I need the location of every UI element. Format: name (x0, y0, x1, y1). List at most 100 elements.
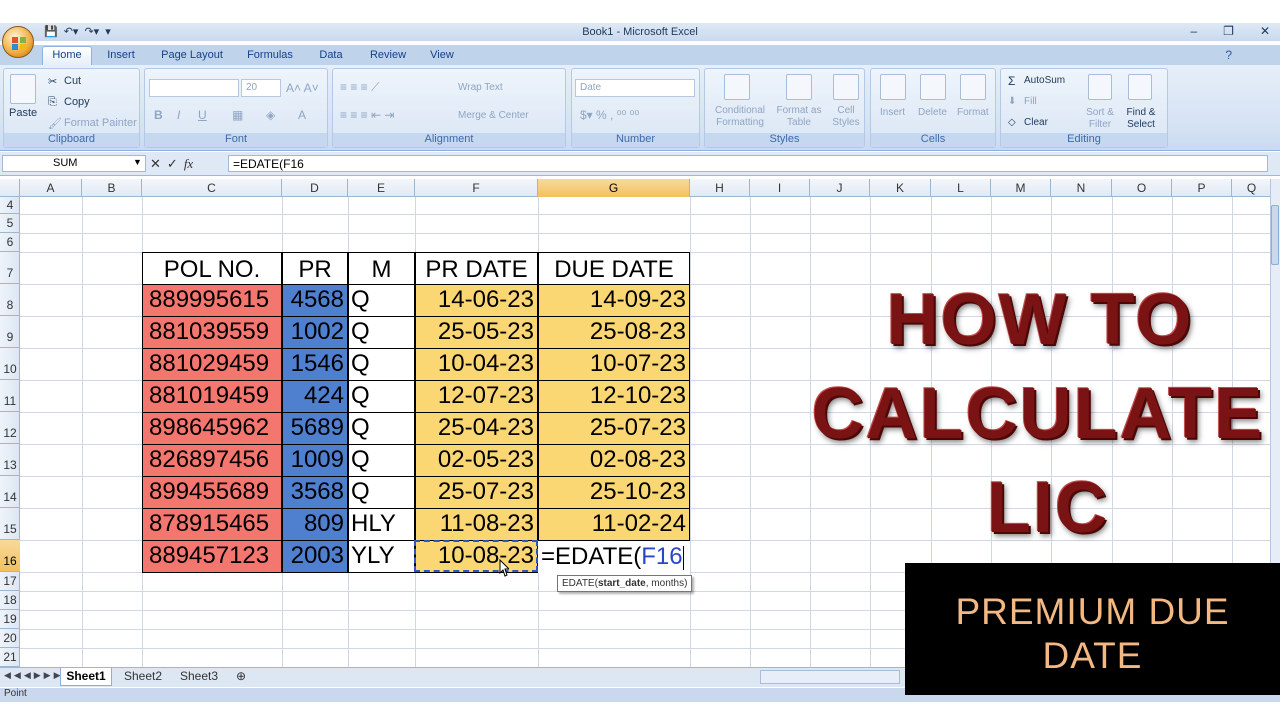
column-header-g[interactable]: G (538, 179, 690, 197)
cell-due-date[interactable]: 10-07-23 (538, 348, 690, 381)
format-cells-button[interactable]: Format (957, 107, 989, 118)
active-cell-editor[interactable]: =EDATE(F16 (538, 541, 690, 573)
find-select-icon[interactable] (1128, 74, 1152, 100)
cell-due-date[interactable]: 12-10-23 (538, 380, 690, 413)
cell-pol-no[interactable]: 899455689 (142, 476, 282, 509)
fill-button[interactable]: Fill (1024, 96, 1037, 107)
paste-button[interactable]: Paste (9, 107, 37, 119)
tab-review[interactable]: Review (362, 47, 414, 65)
cell-styles-icon[interactable] (833, 74, 859, 100)
cell-m[interactable]: HLY (348, 508, 415, 541)
underline-icon[interactable]: U (198, 108, 207, 122)
column-header-j[interactable]: J (810, 179, 870, 197)
row-header-9[interactable]: 9 (0, 316, 20, 348)
header-pr[interactable]: PR (282, 252, 348, 285)
font-name-combo[interactable] (149, 79, 239, 97)
cut-icon[interactable]: ✂ (48, 75, 57, 88)
borders-icon[interactable]: ▦ (232, 108, 243, 122)
cell-pol-no[interactable]: 881029459 (142, 348, 282, 381)
header-due-date[interactable]: DUE DATE (538, 252, 690, 285)
row-header-10[interactable]: 10 (0, 348, 20, 380)
cell-due-date[interactable]: 02-08-23 (538, 444, 690, 477)
column-header-i[interactable]: I (750, 179, 810, 197)
column-header-a[interactable]: A (20, 179, 82, 197)
enter-icon[interactable]: ✓ (167, 156, 178, 172)
tab-data[interactable]: Data (310, 47, 352, 65)
cell-pr[interactable]: 1009 (282, 444, 348, 477)
cell-pr-date[interactable]: 12-07-23 (415, 380, 538, 413)
formula-input[interactable]: =EDATE(F16 (228, 155, 1268, 172)
row-header-12[interactable]: 12 (0, 412, 20, 444)
sort-filter-icon[interactable] (1088, 74, 1112, 100)
column-header-b[interactable]: B (82, 179, 142, 197)
header-m[interactable]: M (348, 252, 415, 285)
format-painter-button[interactable]: Format Painter (64, 117, 137, 129)
restore-button[interactable]: ❐ (1223, 24, 1234, 38)
name-box-dropdown-icon[interactable]: ▼ (133, 157, 142, 167)
row-header-17[interactable]: 17 (0, 572, 20, 591)
column-header-e[interactable]: E (348, 179, 415, 197)
cell-due-date[interactable]: 11-02-24 (538, 508, 690, 541)
column-header-l[interactable]: L (931, 179, 991, 197)
row-header-18[interactable]: 18 (0, 591, 20, 610)
row-header-19[interactable]: 19 (0, 610, 20, 629)
cell-pr-date[interactable]: 14-06-23 (415, 284, 538, 317)
cell-m[interactable]: YLY (348, 540, 415, 573)
merge-center-button[interactable]: Merge & Center (458, 110, 529, 121)
cell-pol-no[interactable]: 889995615 (142, 284, 282, 317)
fill-color-icon[interactable]: ◈ (266, 108, 275, 122)
sort-filter-button[interactable]: Sort & Filter (1080, 107, 1120, 131)
cell-pr-date[interactable]: 25-05-23 (415, 316, 538, 349)
tab-page-layout[interactable]: Page Layout (152, 47, 232, 65)
cell-styles-button[interactable]: Cell Styles (826, 105, 866, 129)
minimize-button[interactable]: – (1190, 24, 1197, 38)
vertical-scroll-thumb[interactable] (1271, 205, 1279, 265)
column-header-c[interactable]: C (142, 179, 282, 197)
tab-view[interactable]: View (422, 47, 462, 65)
clear-button[interactable]: Clear (1024, 117, 1048, 128)
column-header-n[interactable]: N (1051, 179, 1112, 197)
cell-pr[interactable]: 5689 (282, 412, 348, 445)
cell-pr-date[interactable]: 11-08-23 (415, 508, 538, 541)
row-header-13[interactable]: 13 (0, 444, 20, 476)
cell-pol-no[interactable]: 881019459 (142, 380, 282, 413)
horizontal-scrollbar[interactable] (760, 670, 900, 684)
close-button[interactable]: ✕ (1260, 24, 1270, 38)
tab-home[interactable]: Home (42, 46, 92, 66)
find-select-button[interactable]: Find & Select (1120, 107, 1162, 131)
delete-cells-icon[interactable] (920, 74, 946, 100)
cell-m[interactable]: Q (348, 348, 415, 381)
row-header-20[interactable]: 20 (0, 629, 20, 648)
row-header-14[interactable]: 14 (0, 476, 20, 508)
format-cells-icon[interactable] (960, 74, 986, 100)
cell-m[interactable]: Q (348, 444, 415, 477)
number-format-icons[interactable]: $▾ % , ⁰⁰ ⁰⁰ (580, 108, 639, 122)
autosum-icon[interactable]: Σ (1008, 74, 1015, 88)
row-header-21[interactable]: 21 (0, 648, 20, 667)
column-header-p[interactable]: P (1172, 179, 1232, 197)
cell-pr-date[interactable]: 25-04-23 (415, 412, 538, 445)
column-header-q[interactable]: Q (1232, 179, 1272, 197)
wrap-text-button[interactable]: Wrap Text (458, 82, 503, 93)
column-header-f[interactable]: F (415, 179, 538, 197)
italic-icon[interactable]: I (177, 108, 180, 122)
help-icon[interactable]: ? (1225, 48, 1232, 62)
conditional-formatting-icon[interactable] (724, 74, 750, 100)
row-header-6[interactable]: 6 (0, 233, 20, 252)
cell-pr[interactable]: 2003 (282, 540, 348, 573)
cell-m[interactable]: Q (348, 316, 415, 349)
name-box[interactable]: SUM (2, 155, 146, 172)
insert-sheet-icon[interactable]: ⊕ (230, 668, 252, 686)
row-header-5[interactable]: 5 (0, 214, 20, 233)
autosum-button[interactable]: AutoSum (1024, 75, 1065, 86)
cell-pol-no[interactable]: 881039559 (142, 316, 282, 349)
font-color-icon[interactable]: A (298, 108, 306, 122)
tooltip-current-arg[interactable]: start_date (598, 578, 646, 589)
insert-function-icon[interactable]: fx (184, 156, 193, 172)
cell-m[interactable]: Q (348, 380, 415, 413)
column-header-o[interactable]: O (1112, 179, 1172, 197)
cell-pol-no[interactable]: 826897456 (142, 444, 282, 477)
row-header-11[interactable]: 11 (0, 380, 20, 412)
cell-pr-date[interactable]: 10-04-23 (415, 348, 538, 381)
format-as-table-icon[interactable] (786, 74, 812, 100)
